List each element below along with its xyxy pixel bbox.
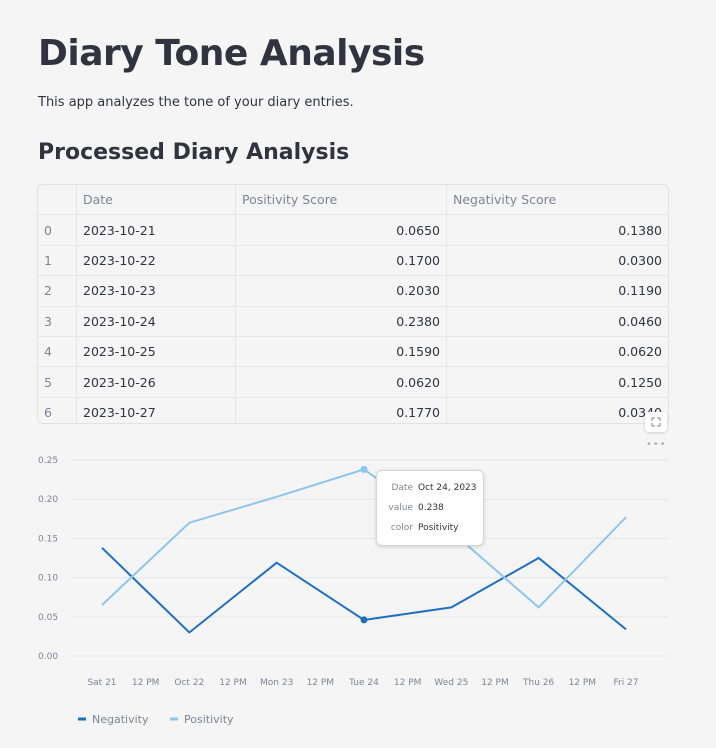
page-description: This app analyzes the tone of your diary… [38, 95, 354, 110]
x-tick-label: Mon 23 [260, 678, 293, 688]
x-tick-label: Wed 25 [434, 678, 468, 688]
row-index: 5 [38, 366, 77, 398]
chart-series [101, 468, 627, 634]
data-point-negativity [360, 616, 368, 624]
cell-positivity[interactable]: 0.0620 [235, 366, 447, 398]
y-tick-label: 0.00 [38, 652, 58, 662]
cell-negativity[interactable]: 0.1190 [446, 275, 668, 307]
x-tick-label: 12 PM [307, 678, 335, 688]
line-chart[interactable]: 0.00 0.05 0.10 0.15 0.20 0.25 Sat 21 12 PM Oct … [0, 430, 716, 740]
x-tick-label: Sat 21 [87, 678, 116, 688]
y-tick-label: 0.15 [38, 534, 58, 544]
cell-date[interactable]: 2023-10-22 [76, 245, 236, 277]
table-row[interactable]: 5 2023-10-26 0.0620 0.1250 [38, 366, 668, 398]
table-row[interactable]: 3 2023-10-24 0.2380 0.0460 [38, 306, 668, 337]
cell-positivity[interactable]: 0.1700 [235, 245, 447, 277]
x-tick-label: Tue 24 [348, 678, 379, 688]
chart-tooltip: Date Oct 24, 2023 value 0.238 color Posi… [376, 470, 484, 546]
row-index: 1 [38, 245, 77, 277]
row-index: 3 [38, 306, 77, 337]
cell-negativity[interactable]: 0.0460 [446, 306, 668, 337]
cell-negativity[interactable]: 0.1380 [446, 214, 668, 246]
tooltip-value-label: value [388, 503, 413, 513]
data-table[interactable]: Date Positivity Score Negativity Score 0… [37, 184, 669, 424]
row-index: 4 [38, 336, 77, 368]
data-point-positivity [360, 465, 368, 473]
cell-positivity[interactable]: 0.0650 [235, 214, 447, 246]
cell-positivity[interactable]: 0.1590 [235, 336, 447, 368]
cell-date[interactable]: 2023-10-25 [76, 336, 236, 368]
x-tick-label: 12 PM [132, 678, 160, 688]
legend-label: Positivity [184, 713, 234, 726]
x-tick-label: Oct 22 [174, 678, 204, 688]
chart-legend: Negativity Positivity [78, 713, 234, 726]
page-title: Diary Tone Analysis [38, 33, 425, 74]
tooltip-color-value: Positivity [418, 523, 459, 533]
cell-date[interactable]: 2023-10-27 [76, 397, 236, 423]
chart-gridlines [72, 459, 668, 657]
x-tick-label: Thu 26 [522, 678, 554, 688]
cell-negativity[interactable]: 0.1250 [446, 366, 668, 398]
chart-points [360, 465, 368, 624]
fullscreen-button[interactable] [645, 412, 667, 432]
cell-negativity[interactable]: 0.0620 [446, 336, 668, 368]
tooltip-color-label: color [390, 523, 413, 533]
cell-date[interactable]: 2023-10-26 [76, 366, 236, 398]
table-row[interactable]: 1 2023-10-22 0.1700 0.0300 [38, 245, 668, 277]
x-tick-label: 12 PM [569, 678, 597, 688]
column-header-negativity[interactable]: Negativity Score [446, 185, 668, 216]
x-tick-label: 12 PM [394, 678, 422, 688]
y-tick-label: 0.10 [38, 574, 58, 584]
cell-date[interactable]: 2023-10-24 [76, 306, 236, 337]
x-tick-label: 12 PM [219, 678, 247, 688]
row-index: 2 [38, 275, 77, 307]
y-axis-ticks: 0.00 0.05 0.10 0.15 0.20 0.25 [38, 456, 58, 662]
row-index: 6 [38, 397, 77, 423]
table-header-row: Date Positivity Score Negativity Score [38, 185, 668, 216]
y-tick-label: 0.25 [38, 456, 58, 466]
cell-negativity[interactable]: 0.0340 [446, 397, 668, 423]
row-index: 0 [38, 214, 77, 246]
section-title: Processed Diary Analysis [38, 140, 350, 165]
legend-label: Negativity [92, 713, 149, 726]
cell-positivity[interactable]: 0.2380 [235, 306, 447, 337]
tooltip-date-value: Oct 24, 2023 [418, 483, 477, 493]
y-tick-label: 0.20 [38, 495, 58, 505]
column-header-date[interactable]: Date [76, 185, 236, 216]
table-row[interactable]: 0 2023-10-21 0.0650 0.1380 [38, 214, 668, 246]
column-header-positivity[interactable]: Positivity Score [235, 185, 447, 216]
cell-date[interactable]: 2023-10-21 [76, 214, 236, 246]
tooltip-date-label: Date [391, 483, 413, 493]
cell-positivity[interactable]: 0.1770 [235, 397, 447, 423]
tooltip-value: 0.238 [418, 503, 444, 513]
x-tick-label: 12 PM [481, 678, 509, 688]
table-row[interactable]: 2 2023-10-23 0.2030 0.1190 [38, 275, 668, 307]
expand-icon [651, 417, 661, 427]
cell-positivity[interactable]: 0.2030 [235, 275, 447, 307]
table-row[interactable]: 4 2023-10-25 0.1590 0.0620 [38, 336, 668, 368]
x-tick-label: Fri 27 [613, 678, 638, 688]
table-row[interactable]: 6 2023-10-27 0.1770 0.0340 [38, 397, 668, 423]
x-axis-ticks: Sat 21 12 PM Oct 22 12 PM Mon 23 12 PM Tue 24 1… [87, 678, 638, 688]
y-tick-label: 0.05 [38, 613, 58, 623]
cell-date[interactable]: 2023-10-23 [76, 275, 236, 307]
column-header-index[interactable] [38, 185, 77, 216]
cell-negativity[interactable]: 0.0300 [446, 245, 668, 277]
